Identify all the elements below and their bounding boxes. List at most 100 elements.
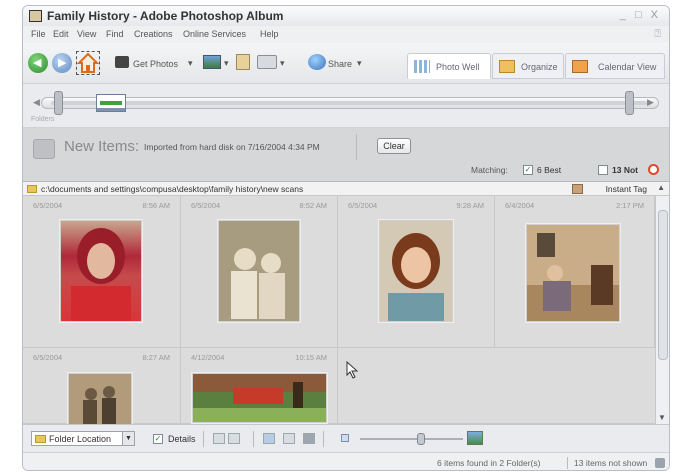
camera-icon[interactable]	[115, 56, 129, 68]
sort-select[interactable]: Folder Location ▼	[31, 431, 135, 446]
divider	[356, 134, 357, 160]
mouse-cursor-icon	[346, 361, 359, 379]
scroll-thumb[interactable]	[658, 210, 668, 360]
photo-thumbnail[interactable]	[526, 224, 620, 322]
menu-find[interactable]: Find	[106, 29, 124, 39]
home-button[interactable]	[76, 51, 100, 75]
details-label: Details	[168, 434, 196, 444]
organize-icon	[499, 60, 515, 73]
photo-cell[interactable]: 4/12/2004 10:15 AM	[181, 348, 338, 424]
share-icon[interactable]	[308, 54, 326, 70]
menu-edit[interactable]: Edit	[53, 29, 69, 39]
timeline-left-arrow[interactable]: ◀	[33, 97, 40, 108]
chevron-down-icon[interactable]: ▾	[188, 58, 193, 69]
window-controls[interactable]: _ □ X	[620, 9, 661, 21]
photo-thumbnail[interactable]	[218, 220, 300, 322]
photo-cell[interactable]: 6/5/2004 9:28 AM	[338, 196, 495, 348]
photo-time: 10:15 AM	[295, 353, 327, 362]
instant-tag-button[interactable]: Instant Tag	[606, 184, 647, 194]
photo-thumbnail[interactable]	[379, 220, 453, 322]
photo-cell[interactable]: 6/5/2004 8:52 AM	[181, 196, 338, 348]
forward-button[interactable]: ▶	[52, 53, 72, 73]
photo-cell[interactable]: 6/5/2004 8:27 AM	[23, 348, 181, 424]
photo-date: 6/5/2004	[33, 201, 63, 210]
small-thumb-icon[interactable]	[341, 434, 349, 442]
vertical-scrollbar[interactable]: ▼	[655, 196, 669, 424]
get-photos-button[interactable]: Get Photos	[133, 59, 178, 69]
resize-grip-icon[interactable]	[655, 458, 665, 468]
timeline-marker-base	[97, 108, 125, 111]
forward-arrow-icon: ▶	[58, 57, 67, 69]
compare-icon[interactable]	[283, 433, 295, 444]
rotate-right-icon[interactable]	[228, 433, 240, 444]
photo-well-icon	[414, 60, 430, 73]
rotate-left-icon[interactable]	[213, 433, 225, 444]
print-icon[interactable]	[257, 55, 277, 69]
back-arrow-icon: ◀	[33, 57, 42, 69]
chevron-down-icon[interactable]: ▼	[122, 432, 134, 445]
scroll-up-arrow[interactable]: ▲	[657, 183, 665, 192]
fix-dropdown-icon[interactable]: ▾	[224, 58, 229, 69]
menu-online-services[interactable]: Online Services	[183, 29, 246, 39]
app-window: Family History - Adobe Photoshop Album _…	[22, 5, 670, 471]
portrait-image	[71, 228, 131, 321]
timeline-marker-bar	[100, 101, 122, 105]
not-count: 13 Not	[612, 165, 638, 175]
slideshow-icon[interactable]	[263, 433, 275, 444]
not-shown-count: 13 items not shown	[574, 458, 648, 468]
share-dropdown-icon[interactable]: ▾	[357, 58, 362, 69]
title-bar: Family History - Adobe Photoshop Album _…	[23, 6, 669, 26]
divider	[203, 431, 204, 447]
matching-label: Matching:	[471, 165, 508, 175]
bottom-toolbar: Folder Location ▼ ✓ Details	[23, 424, 669, 452]
large-thumb-icon[interactable]	[467, 431, 483, 445]
home-icon	[76, 52, 100, 73]
photo-date: 4/12/2004	[191, 353, 225, 362]
photo-cell[interactable]: 6/5/2004 8:56 AM	[23, 196, 181, 348]
app-icon	[29, 10, 42, 22]
print-dropdown-icon[interactable]: ▾	[280, 58, 285, 69]
photo-time: 8:56 AM	[142, 201, 170, 210]
best-checkbox[interactable]: ✓	[523, 165, 533, 175]
room-image	[527, 225, 619, 321]
menu-view[interactable]: View	[77, 29, 96, 39]
photo-date: 6/5/2004	[191, 201, 221, 210]
folder-path: c:\documents and settings\compusa\deskto…	[41, 184, 304, 194]
photo-thumbnail[interactable]	[60, 220, 142, 322]
not-checkbox[interactable]	[598, 165, 608, 175]
photo-thumbnail[interactable]	[192, 373, 327, 423]
calendar-icon	[572, 60, 588, 73]
menu-file[interactable]: File	[31, 29, 46, 39]
details-checkbox[interactable]: ✓	[153, 434, 163, 444]
creations-icon[interactable]	[236, 54, 250, 70]
tab-organize[interactable]: Organize	[492, 53, 564, 79]
timeline: ◀ ▶ Folders	[23, 83, 669, 128]
menu-creations[interactable]: Creations	[134, 29, 173, 39]
zoom-slider-handle[interactable]	[417, 433, 425, 445]
tab-photo-well[interactable]: Photo Well	[407, 53, 491, 79]
menu-help[interactable]: Help	[260, 29, 279, 39]
tab-calendar-view[interactable]: Calendar View	[565, 53, 665, 79]
clear-button[interactable]: Clear	[377, 138, 411, 154]
back-button[interactable]: ◀	[28, 53, 48, 73]
fix-photo-icon[interactable]	[203, 55, 221, 69]
timeline-marker[interactable]	[96, 94, 126, 112]
photo-date: 6/5/2004	[33, 353, 63, 362]
share-button[interactable]: Share	[328, 59, 352, 69]
zoom-slider-track[interactable]	[360, 438, 463, 440]
status-bar: 6 items found in 2 Folder(s) 13 items no…	[23, 452, 669, 470]
timeline-right-arrow[interactable]: ▶	[647, 97, 654, 108]
photo-cell[interactable]: 6/4/2004 2:17 PM	[495, 196, 655, 348]
help-icon[interactable]: ⍰	[654, 28, 661, 41]
photo-time: 8:27 AM	[142, 353, 170, 362]
portrait-image	[380, 221, 452, 321]
photo-time: 2:17 PM	[616, 201, 644, 210]
photo-date: 6/5/2004	[348, 201, 378, 210]
scroll-down-arrow[interactable]: ▼	[658, 413, 666, 422]
timeline-start-handle[interactable]	[54, 91, 63, 115]
timeline-end-handle[interactable]	[625, 91, 634, 115]
photo-thumbnail[interactable]	[68, 373, 132, 424]
tag-icon[interactable]	[303, 433, 315, 444]
timeline-range	[51, 101, 647, 105]
new-items-icon	[33, 139, 55, 159]
